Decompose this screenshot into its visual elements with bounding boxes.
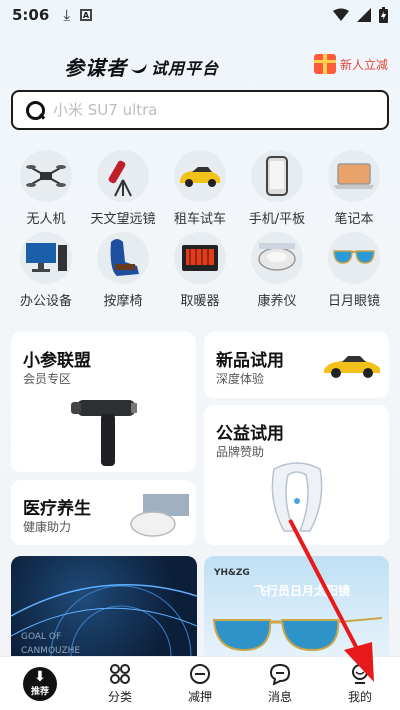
category-heater[interactable]: 取暖器 bbox=[162, 232, 238, 314]
category-grid: 无人机 天文望远镜 租车试车 手机/平板 笔记本 办公设备 按摩椅 取暖器 康养… bbox=[0, 150, 400, 314]
category-label: 天文望远镜 bbox=[90, 212, 156, 227]
search-bar[interactable] bbox=[11, 90, 389, 130]
profile-icon bbox=[352, 663, 368, 684]
tab-profile[interactable]: 我的 bbox=[330, 663, 390, 705]
app-logo: 参谋者 试用平台 bbox=[64, 52, 219, 81]
signal-icon bbox=[357, 8, 371, 22]
car-icon bbox=[174, 150, 226, 202]
tab-label: 推荐 bbox=[30, 687, 49, 697]
category-label: 手机/平板 bbox=[248, 212, 306, 227]
category-label: 取暖器 bbox=[180, 294, 220, 309]
logo-swoosh bbox=[129, 58, 149, 75]
category-car-rental[interactable]: 租车试车 bbox=[162, 150, 238, 232]
promo-banner-globe[interactable]: GOAL OF CANMOUZHE bbox=[11, 556, 197, 660]
globe-graphic bbox=[11, 584, 197, 660]
app-header: 参谋者 试用平台 新人立减 bbox=[0, 48, 400, 88]
download-icon: ⬇ 推荐 bbox=[23, 666, 57, 701]
glasses-icon bbox=[328, 232, 380, 284]
sports-car-image bbox=[324, 356, 380, 378]
minus-circle-icon bbox=[190, 663, 210, 684]
tab-label: 分类 bbox=[107, 689, 132, 704]
tab-deposit[interactable]: 减押 bbox=[170, 663, 230, 705]
logo-sub-text: 试用平台 bbox=[151, 58, 220, 78]
phone-icon bbox=[251, 150, 303, 202]
massage-chair-icon bbox=[97, 232, 149, 284]
status-bar: 5:06 ⤓ A bbox=[0, 0, 400, 30]
search-input[interactable] bbox=[53, 101, 353, 119]
status-time: 5:06 bbox=[12, 6, 50, 24]
laptop-icon bbox=[328, 150, 380, 202]
category-icon bbox=[110, 663, 130, 684]
desktop-icon bbox=[20, 232, 72, 284]
card-league[interactable]: 小参联盟 会员专区 bbox=[11, 332, 196, 472]
category-label: 租车试车 bbox=[173, 212, 226, 227]
gift-icon bbox=[314, 54, 336, 74]
category-telescope[interactable]: 天文望远镜 bbox=[85, 150, 161, 232]
bottom-tab-bar: ⬇ 推荐 分类 减押 消息 我的 bbox=[0, 656, 400, 710]
category-phone-tablet[interactable]: 手机/平板 bbox=[239, 150, 315, 232]
category-massage-chair[interactable]: 按摩椅 bbox=[85, 232, 161, 314]
neck-massager-image bbox=[271, 462, 323, 532]
sunglasses-image bbox=[212, 617, 383, 652]
tab-messages[interactable]: 消息 bbox=[250, 663, 310, 705]
tab-recommend[interactable]: ⬇ 推荐 bbox=[10, 666, 70, 701]
search-icon bbox=[25, 100, 45, 120]
category-sunglasses[interactable]: 日月眼镜 bbox=[316, 232, 392, 314]
category-health-device[interactable]: 康养仪 bbox=[239, 232, 315, 314]
promo-caption: GOAL OF bbox=[21, 632, 62, 642]
card-subtitle: 深度体验 bbox=[216, 372, 265, 386]
card-health[interactable]: 医疗养生 健康助力 bbox=[11, 480, 196, 545]
card-charity[interactable]: 公益试用 品牌赞助 bbox=[204, 405, 389, 545]
pillow-image bbox=[130, 494, 189, 537]
battery-icon bbox=[379, 7, 388, 23]
card-subtitle: 健康助力 bbox=[23, 520, 72, 534]
card-title: 医疗养生 bbox=[23, 499, 91, 519]
logo-main-text: 参谋者 bbox=[64, 56, 127, 80]
category-office-equipment[interactable]: 办公设备 bbox=[8, 232, 84, 314]
telescope-icon bbox=[97, 150, 149, 202]
wifi-icon bbox=[333, 8, 349, 21]
tab-label: 减押 bbox=[187, 689, 212, 704]
category-label: 日月眼镜 bbox=[327, 294, 380, 309]
card-new-trial[interactable]: 新品试用 深度体验 bbox=[204, 332, 389, 398]
app-status-icon: A bbox=[79, 9, 92, 21]
newbie-discount-label: 新人立减 bbox=[340, 57, 389, 72]
card-title: 新品试用 bbox=[216, 351, 284, 371]
card-subtitle: 品牌赞助 bbox=[216, 445, 265, 459]
category-laptop[interactable]: 笔记本 bbox=[316, 150, 392, 232]
promo-brand: YH&ZG bbox=[214, 568, 250, 578]
message-icon bbox=[269, 663, 291, 685]
category-label: 康养仪 bbox=[257, 294, 297, 309]
card-subtitle: 会员专区 bbox=[23, 372, 72, 386]
category-label: 办公设备 bbox=[19, 294, 72, 309]
category-label: 笔记本 bbox=[334, 212, 374, 227]
tab-label: 我的 bbox=[347, 689, 372, 704]
heater-icon bbox=[174, 232, 226, 284]
drone-icon bbox=[20, 150, 72, 202]
promo-title: 飞行员日月太阳镜 bbox=[254, 584, 351, 598]
category-label: 无人机 bbox=[26, 212, 66, 227]
tab-label: 消息 bbox=[267, 689, 292, 704]
promo-caption: CANMOUZHE bbox=[21, 646, 81, 656]
promo-banner-sunglasses[interactable]: YH&ZG 飞行员日月太阳镜 bbox=[204, 556, 389, 660]
card-title: 小参联盟 bbox=[23, 351, 91, 371]
category-label: 按摩椅 bbox=[103, 294, 143, 309]
category-drone[interactable]: 无人机 bbox=[8, 150, 84, 232]
tab-category[interactable]: 分类 bbox=[90, 663, 150, 705]
download-status-icon: ⤓ bbox=[63, 6, 70, 24]
neck-massager-icon bbox=[251, 232, 303, 284]
card-title: 公益试用 bbox=[216, 424, 284, 444]
massage-gun-image bbox=[71, 400, 137, 466]
newbie-discount-button[interactable]: 新人立减 bbox=[314, 54, 388, 74]
